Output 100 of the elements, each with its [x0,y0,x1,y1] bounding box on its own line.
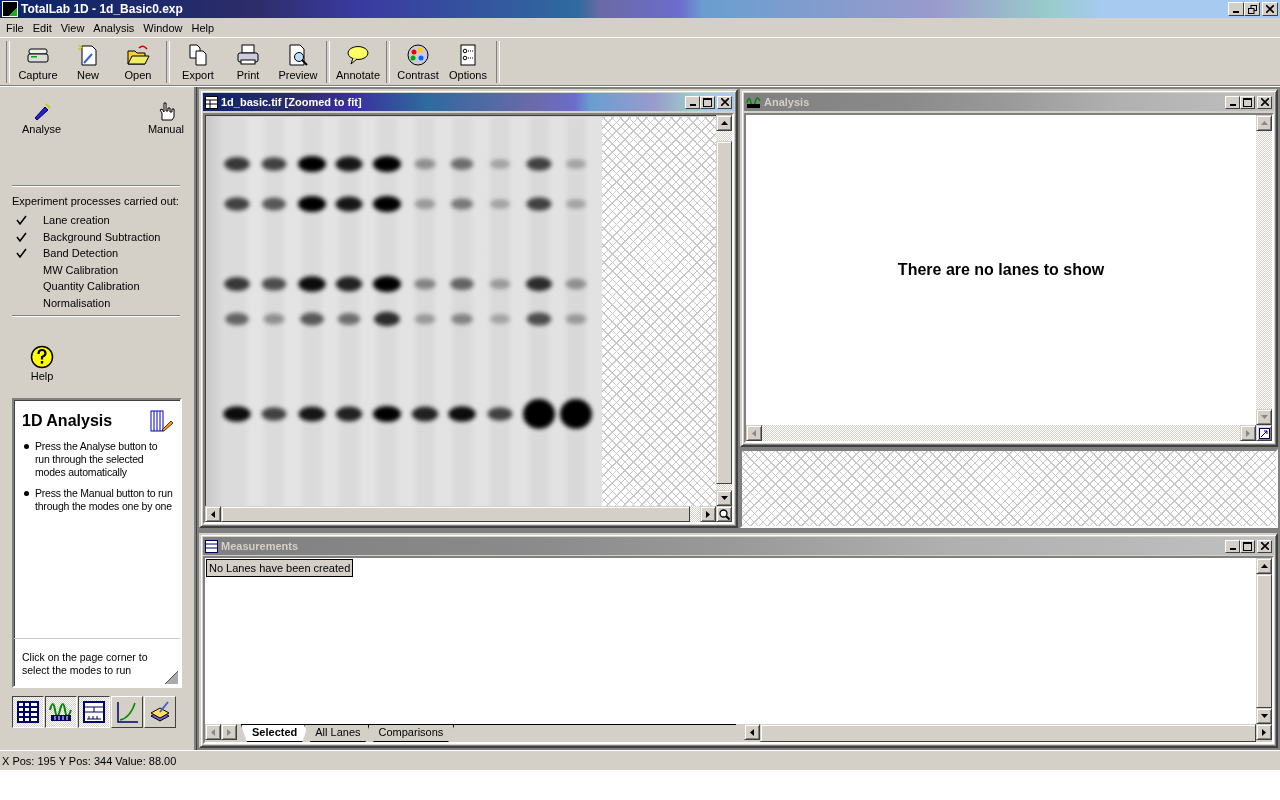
process-label: Normalisation [43,296,111,309]
printer-icon [235,42,261,67]
help-icon [30,345,54,369]
close-button[interactable] [1257,95,1272,109]
arrow-left-icon [750,728,754,736]
window-title: Analysis [764,96,811,108]
layers-pen-icon [148,700,172,724]
footer-text: Click on the page corner to select the modes to run [22,651,148,676]
toolbar-button[interactable]: Contrast [393,39,443,84]
close-icon [720,98,729,106]
close-icon [1266,5,1274,13]
toolbar-button[interactable]: New [63,39,113,84]
process-label: Quantity Calibration [43,280,140,293]
restore-button[interactable] [1244,2,1260,16]
arrow-down-icon [1260,415,1268,419]
close-icon [1260,98,1269,106]
grid-icon [16,700,40,724]
scroll-left-button[interactable] [744,724,760,740]
minimize-button[interactable] [685,95,700,109]
magnifier-icon [718,508,730,520]
sidebar-action-button[interactable]: Manual [145,101,186,137]
vertical-scrollbar[interactable] [1256,115,1272,425]
minimize-button[interactable] [1225,95,1240,109]
curve-chart-icon [115,700,139,724]
instruction-text: Press the Analyse button to run through the selected modes automatically [35,440,159,479]
arrow-down-icon [720,496,728,500]
bullet-icon [24,491,29,496]
arrow-right-icon [1246,429,1250,437]
close-button[interactable] [717,95,732,109]
menu-item[interactable]: View [56,21,90,34]
arrow-right-icon [706,510,710,518]
arrow-right-icon [1262,728,1266,736]
toolbar-button[interactable]: Options [443,39,493,84]
process-label: MW Calibration [43,263,119,276]
arrow-left-icon [752,429,756,437]
waveform-icon [49,700,73,724]
window-title: 1d_basic.tif [Zoomed to fit] [221,96,363,108]
zoom-button[interactable] [716,506,732,522]
scroll-right-button[interactable] [1256,724,1272,740]
resize-button[interactable] [1256,425,1272,441]
scroll-right-button[interactable] [700,506,716,522]
arrow-left-icon [211,728,215,736]
open-folder-icon [125,42,151,67]
status-note: No Lanes have been created [206,559,354,577]
sheet-tab[interactable]: Comparisons [367,725,455,742]
scroll-down-button[interactable] [716,490,732,506]
close-button[interactable] [1262,2,1278,16]
menu-item[interactable]: Edit [28,21,57,34]
menu-item[interactable]: Window [139,21,188,34]
toolbar-button[interactable]: Capture [13,39,63,84]
process-label: Lane creation [43,214,110,227]
page-corner-icon[interactable] [165,671,179,685]
scroll-left-button[interactable] [205,506,221,522]
view-toggle-button[interactable] [78,696,110,728]
status-text: X Pos: 195 Y Pos: 344 Value: 88.00 [2,754,177,767]
menu-item[interactable]: Analysis [89,21,140,34]
tab-scroll-left-button[interactable] [205,724,221,740]
empty-message: There are no lanes to show [897,261,1105,279]
table-icon [205,539,218,553]
arrow-up-icon [1260,564,1268,568]
maximize-icon [1243,97,1252,107]
scroll-up-button[interactable] [716,115,732,131]
scroll-left-button[interactable] [746,425,762,441]
arrow-up-icon [1260,121,1268,125]
scroll-down-button[interactable] [1256,409,1272,425]
minimize-button[interactable] [1225,539,1240,553]
vertical-scrollbar[interactable] [1256,558,1272,724]
arrow-right-icon [227,728,231,736]
sheet-tab[interactable]: Selected [241,725,309,742]
scroll-right-button[interactable] [1240,425,1256,441]
close-button[interactable] [1257,539,1272,553]
scrollbar-thumb[interactable] [1256,574,1272,708]
toolbar-button[interactable]: Open [113,39,163,84]
toolbar-button[interactable]: Print [223,39,273,84]
table-icon [82,700,106,724]
profile-icon [746,95,761,109]
maximize-icon [1243,541,1252,551]
processes-heading: Experiment processes carried out: [12,195,180,207]
maximize-button[interactable] [1240,539,1255,553]
sidebar-action-button[interactable]: Analyse [20,101,64,137]
toolbar-button[interactable]: Export [173,39,223,84]
maximize-button[interactable] [700,95,715,109]
maximize-button[interactable] [1240,95,1255,109]
view-toggle-button[interactable] [12,696,44,728]
minimize-button[interactable] [1228,2,1244,16]
toolbar-button[interactable]: Annotate [333,39,383,84]
app-title: TotalLab 1D - 1d_Basic0.exp [21,2,184,16]
info-card-title: 1D Analysis [22,412,113,430]
tab-scroll-right-button[interactable] [221,724,237,740]
maximize-icon [703,97,712,107]
scroll-up-button[interactable] [1256,115,1272,131]
scroll-up-button[interactable] [1256,558,1272,574]
instruction-text: Press the Manual button to run through the modes one by one [35,487,174,513]
scroll-down-button[interactable] [1256,708,1272,724]
view-toggle-button[interactable] [45,696,77,728]
menu-item[interactable]: Help [187,21,220,34]
help-button[interactable]: Help [30,345,54,382]
horizontal-scrollbar[interactable] [746,425,1256,441]
toolbar-button[interactable]: Preview [273,39,323,84]
menu-item[interactable]: File [2,21,29,34]
